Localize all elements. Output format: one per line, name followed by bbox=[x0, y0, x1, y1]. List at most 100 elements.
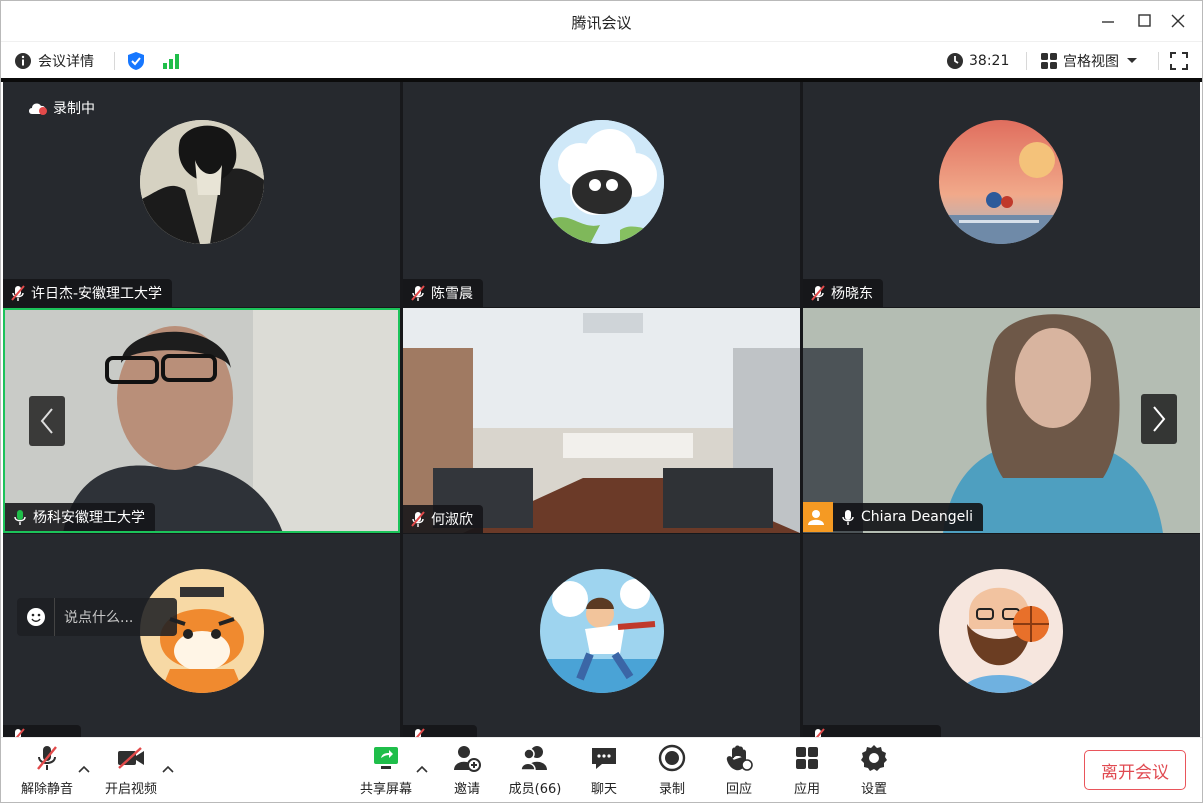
participant-tile[interactable] bbox=[403, 534, 800, 737]
settings-label: 设置 bbox=[860, 782, 887, 797]
leave-meeting-button[interactable]: 离开会议 bbox=[1084, 750, 1186, 790]
participant-avatar bbox=[540, 120, 664, 244]
divider bbox=[114, 52, 115, 70]
share-options-caret-icon[interactable] bbox=[415, 762, 429, 776]
participant-avatar bbox=[140, 120, 264, 244]
chat-placeholder: 说点什么... bbox=[64, 610, 134, 626]
person-icon bbox=[808, 510, 824, 525]
maximize-icon bbox=[1138, 14, 1151, 27]
participant-name: 许日杰-安徽理工大学 bbox=[31, 286, 163, 302]
participant-nametag: 许日杰-安徽理工大学 bbox=[3, 279, 173, 307]
caret-down-icon bbox=[1127, 58, 1137, 63]
participant-nametag: 何淑欣 bbox=[403, 505, 483, 533]
participant-nametag: 杨晓东 bbox=[803, 279, 883, 307]
members-button[interactable]: 成员(66) bbox=[501, 744, 569, 800]
meeting-details-button[interactable]: 会议详情 bbox=[14, 50, 94, 72]
host-badge bbox=[803, 502, 833, 532]
security-shield-button[interactable] bbox=[127, 50, 145, 72]
participant-nametag bbox=[803, 725, 941, 737]
gear-icon bbox=[861, 745, 887, 771]
participant-name: 杨晓东 bbox=[831, 286, 873, 302]
reactions-button[interactable]: 回应 bbox=[705, 744, 773, 800]
recording-label: 录制中 bbox=[53, 101, 95, 117]
avatar-image bbox=[540, 120, 664, 244]
share-screen-icon bbox=[374, 747, 398, 769]
video-grid: 录制中 许日杰-安徽理工大学 陈雪晨 杨晓东 杨科安徽理工大学 何淑欣 Chia… bbox=[3, 82, 1200, 737]
hand-wave-icon bbox=[726, 745, 753, 771]
smiley-icon bbox=[26, 608, 45, 626]
chevron-left-icon bbox=[40, 408, 53, 434]
close-button[interactable] bbox=[1161, 7, 1195, 35]
invite-button[interactable]: 邀请 bbox=[433, 744, 501, 800]
emoji-button[interactable] bbox=[17, 598, 55, 636]
mic-muted-icon bbox=[11, 285, 25, 301]
record-button[interactable]: 录制 bbox=[638, 744, 706, 800]
chat-button[interactable]: 聊天 bbox=[570, 744, 638, 800]
camera-off-icon bbox=[118, 747, 144, 769]
mic-muted-icon bbox=[411, 285, 425, 301]
meeting-window: 腾讯会议 会议详情 38:21 宫格视图 录制中 许日杰-安徽理工大学 陈雪晨 … bbox=[0, 0, 1203, 803]
bottom-toolbar: 解除静音 开启视频 共享屏幕 邀请 成员(66) 聊天 录制 回应 应用 设置 … bbox=[1, 737, 1202, 802]
start-video-label: 开启视频 bbox=[104, 782, 157, 797]
participant-nametag bbox=[3, 725, 81, 737]
close-icon bbox=[1171, 14, 1185, 28]
fullscreen-button[interactable] bbox=[1170, 50, 1188, 72]
participant-name: 杨科安徽理工大学 bbox=[33, 510, 145, 526]
chat-bubble-icon bbox=[592, 748, 616, 769]
window-title: 腾讯会议 bbox=[571, 14, 632, 32]
avatar-image bbox=[540, 569, 664, 693]
participant-tile[interactable]: Chiara Deangeli bbox=[803, 308, 1200, 533]
mic-muted-icon bbox=[815, 728, 825, 737]
next-page-button[interactable] bbox=[1141, 394, 1177, 444]
avatar-image bbox=[939, 569, 1063, 693]
fullscreen-icon bbox=[1170, 52, 1188, 70]
mic-muted-icon bbox=[415, 728, 425, 737]
meeting-details-label: 会议详情 bbox=[38, 54, 94, 70]
participant-avatar bbox=[939, 120, 1063, 244]
members-label: 成员(66) bbox=[508, 782, 562, 797]
view-mode-label: 宫格视图 bbox=[1063, 54, 1119, 70]
participant-nametag: Chiara Deangeli bbox=[803, 502, 984, 532]
members-icon bbox=[520, 746, 547, 771]
record-label: 录制 bbox=[658, 782, 685, 797]
apps-button[interactable]: 应用 bbox=[773, 744, 841, 800]
view-mode-dropdown[interactable]: 宫格视图 bbox=[1040, 50, 1139, 72]
participant-tile[interactable] bbox=[803, 534, 1200, 737]
participant-nametag: 杨科安徽理工大学 bbox=[5, 503, 155, 531]
settings-button[interactable]: 设置 bbox=[840, 744, 908, 800]
participant-nametag bbox=[403, 725, 477, 737]
participant-name: Chiara Deangeli bbox=[861, 509, 974, 525]
audio-options-caret-icon[interactable] bbox=[77, 762, 91, 776]
unmute-label: 解除静音 bbox=[20, 782, 73, 797]
previous-page-button[interactable] bbox=[29, 396, 65, 446]
participant-tile[interactable]: 何淑欣 bbox=[403, 308, 800, 533]
title-bar: 腾讯会议 bbox=[1, 1, 1202, 41]
meeting-timer: 38:21 bbox=[946, 50, 1009, 72]
share-screen-label: 共享屏幕 bbox=[359, 782, 412, 797]
unmute-button[interactable]: 解除静音 bbox=[13, 744, 81, 800]
mic-active-icon bbox=[14, 510, 26, 525]
cloud-record-icon bbox=[29, 103, 47, 115]
start-video-button[interactable]: 开启视频 bbox=[97, 744, 165, 800]
maximize-button[interactable] bbox=[1128, 7, 1162, 35]
participant-tile[interactable]: 录制中 许日杰-安徽理工大学 bbox=[3, 82, 400, 307]
participant-tile[interactable]: 杨晓东 bbox=[803, 82, 1200, 307]
apps-grid-icon bbox=[796, 747, 818, 769]
mic-muted-icon bbox=[37, 746, 57, 770]
mic-icon bbox=[842, 510, 854, 525]
mic-muted-icon bbox=[15, 728, 25, 737]
shield-icon bbox=[128, 52, 144, 70]
video-feed bbox=[403, 308, 800, 533]
network-signal-indicator[interactable] bbox=[162, 50, 180, 72]
video-options-caret-icon[interactable] bbox=[161, 762, 175, 776]
divider bbox=[1026, 52, 1027, 70]
participant-tile[interactable]: 陈雪晨 bbox=[403, 82, 800, 307]
record-icon bbox=[658, 744, 686, 772]
chevron-right-icon bbox=[1153, 406, 1166, 432]
minimize-button[interactable] bbox=[1091, 7, 1125, 35]
chat-quick-input[interactable]: 说点什么... bbox=[17, 598, 177, 636]
participant-tile-active-speaker[interactable]: 杨科安徽理工大学 bbox=[3, 308, 400, 533]
clock-icon bbox=[947, 53, 963, 69]
share-screen-button[interactable]: 共享屏幕 bbox=[352, 744, 420, 800]
divider bbox=[1158, 52, 1159, 70]
